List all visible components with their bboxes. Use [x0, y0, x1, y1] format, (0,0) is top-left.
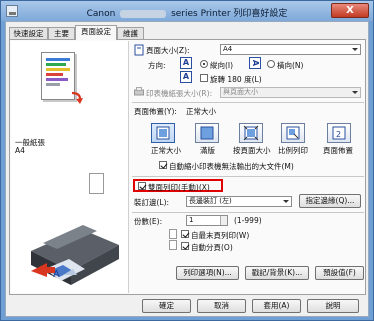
printer-paper-size-label: 印表機紙張大小(R): — [146, 89, 213, 98]
close-button[interactable]: X — [331, 3, 369, 18]
spin-arrows-icon[interactable] — [220, 216, 227, 225]
duplex-printing-label: 雙面列印(手動)(X) — [148, 183, 210, 192]
last-page-icon — [169, 229, 177, 239]
rotate-a-icon: A — [180, 71, 192, 83]
print-from-last-page-label: 自最末頁列印(W) — [191, 231, 250, 240]
print-from-last-page-checkbox[interactable] — [181, 230, 189, 238]
separator — [132, 102, 364, 103]
orientation-label: 方向: — [148, 61, 166, 70]
layout-option-normal: 正常大小 — [151, 146, 181, 155]
rotate-180-label: 旋轉 180 度(L) — [210, 75, 262, 84]
borderless-icon — [200, 126, 214, 140]
page-size-label: 頁面大小(Z): — [146, 46, 190, 55]
binding-side-select[interactable]: 長邊裝訂 (左) — [186, 196, 292, 207]
collate-icon — [169, 240, 177, 250]
page-size-icon — [134, 44, 144, 56]
landscape-radio[interactable] — [267, 60, 275, 68]
binding-side-label: 裝訂邊(L): — [134, 198, 170, 207]
printer-paper-size-select[interactable]: 與頁面大小 — [220, 87, 361, 98]
layout-option-fit-to-page: 按頁面大小 — [233, 146, 271, 155]
layout-option-page-layout: 頁面佈置 — [323, 146, 353, 155]
printer-paper-icon — [134, 87, 144, 96]
normal-size-icon — [156, 126, 170, 140]
layout-normal-button[interactable] — [151, 123, 175, 143]
copies-range: (1-999) — [234, 216, 262, 225]
page-layout-current: 正常大小 — [186, 107, 216, 116]
dialog-client-area: 快速設定 主要 頁面設定 維護 一般紙張 A4 A 頁面大小(Z): A4 方向… — [5, 21, 369, 317]
layout-option-scaled: 比例列印 — [278, 146, 308, 155]
copies-label: 份數(E): — [134, 217, 163, 226]
portrait-label: 縱向(I) — [210, 61, 234, 70]
landscape-label: 橫向(N) — [277, 61, 304, 70]
help-button[interactable]: 說明 — [307, 299, 359, 313]
page-setup-panel: 一般紙張 A4 A 頁面大小(Z): A4 方向: A 縱向(I) A 橫向(N… — [9, 39, 366, 295]
rotate-180-checkbox[interactable] — [200, 74, 208, 82]
apply-button[interactable]: 套用(A) — [252, 299, 301, 313]
defaults-button[interactable]: 預設值(F) — [315, 266, 364, 280]
svg-text:2: 2 — [336, 130, 341, 139]
tab-quick-setup[interactable]: 快速設定 — [9, 27, 48, 39]
printer-illustration: A — [31, 225, 119, 285]
specify-margin-button[interactable]: 指定邊緣(Q)... — [299, 194, 361, 208]
layout-scaled-button[interactable] — [281, 123, 305, 143]
title-text: series Printer 列印喜好設定 — [171, 9, 288, 19]
printer-preferences-window: Canon series Printer 列印喜好設定 X 快速設定 主要 頁面… — [0, 0, 374, 321]
cancel-button[interactable]: 取消 — [197, 299, 246, 313]
separator — [132, 176, 364, 177]
collate-label: 自動分頁(O) — [191, 243, 233, 252]
fit-to-page-icon — [243, 125, 259, 141]
copies-value: 1 — [189, 216, 194, 224]
ok-button[interactable]: 確定 — [142, 299, 191, 313]
stamp-background-button[interactable]: 戳記/背景(K)... — [245, 266, 309, 280]
landscape-a-icon: A — [249, 57, 261, 69]
layout-fit-to-page-button[interactable] — [239, 123, 263, 143]
page-layout-label: 頁面佈置(Y): — [134, 107, 177, 116]
layout-page-layout-button[interactable]: 2 — [327, 123, 351, 143]
portrait-radio[interactable] — [200, 60, 208, 68]
window-title: Canon series Printer 列印喜好設定 — [1, 6, 373, 19]
layout-borderless-button[interactable] — [195, 123, 219, 143]
tab-page-setup[interactable]: 頁面設定 — [75, 25, 117, 40]
layout-option-borderless: 滿版 — [200, 146, 215, 155]
duplex-printing-checkbox[interactable] — [138, 182, 146, 190]
title-bar: Canon series Printer 列印喜好設定 X — [1, 1, 373, 21]
paper-size-label: A4 — [15, 146, 25, 155]
duplex-curve-arrow-icon — [71, 91, 83, 104]
auto-reduce-checkbox[interactable] — [159, 161, 167, 169]
model-name-redacted — [120, 9, 167, 18]
page-layout-icon: 2 — [332, 126, 346, 140]
tab-maintenance[interactable]: 維護 — [117, 27, 144, 39]
print-options-button[interactable]: 列印選項(N)... — [176, 266, 239, 280]
page-size-select[interactable]: A4 — [220, 44, 361, 55]
separator — [132, 212, 364, 213]
settings-preview: 一般紙張 A4 A — [11, 41, 129, 293]
auto-reduce-label: 自動縮小印表機無法輸出的大文件(M) — [169, 162, 294, 171]
close-icon: X — [346, 5, 354, 16]
collate-checkbox[interactable] — [181, 242, 189, 250]
copies-spinbox[interactable]: 1 — [186, 215, 228, 226]
small-page-icon — [89, 173, 104, 194]
scaled-icon — [286, 126, 300, 140]
title-brand: Canon — [86, 9, 116, 19]
tab-main[interactable]: 主要 — [48, 27, 75, 39]
portrait-a-icon: A — [180, 57, 192, 69]
